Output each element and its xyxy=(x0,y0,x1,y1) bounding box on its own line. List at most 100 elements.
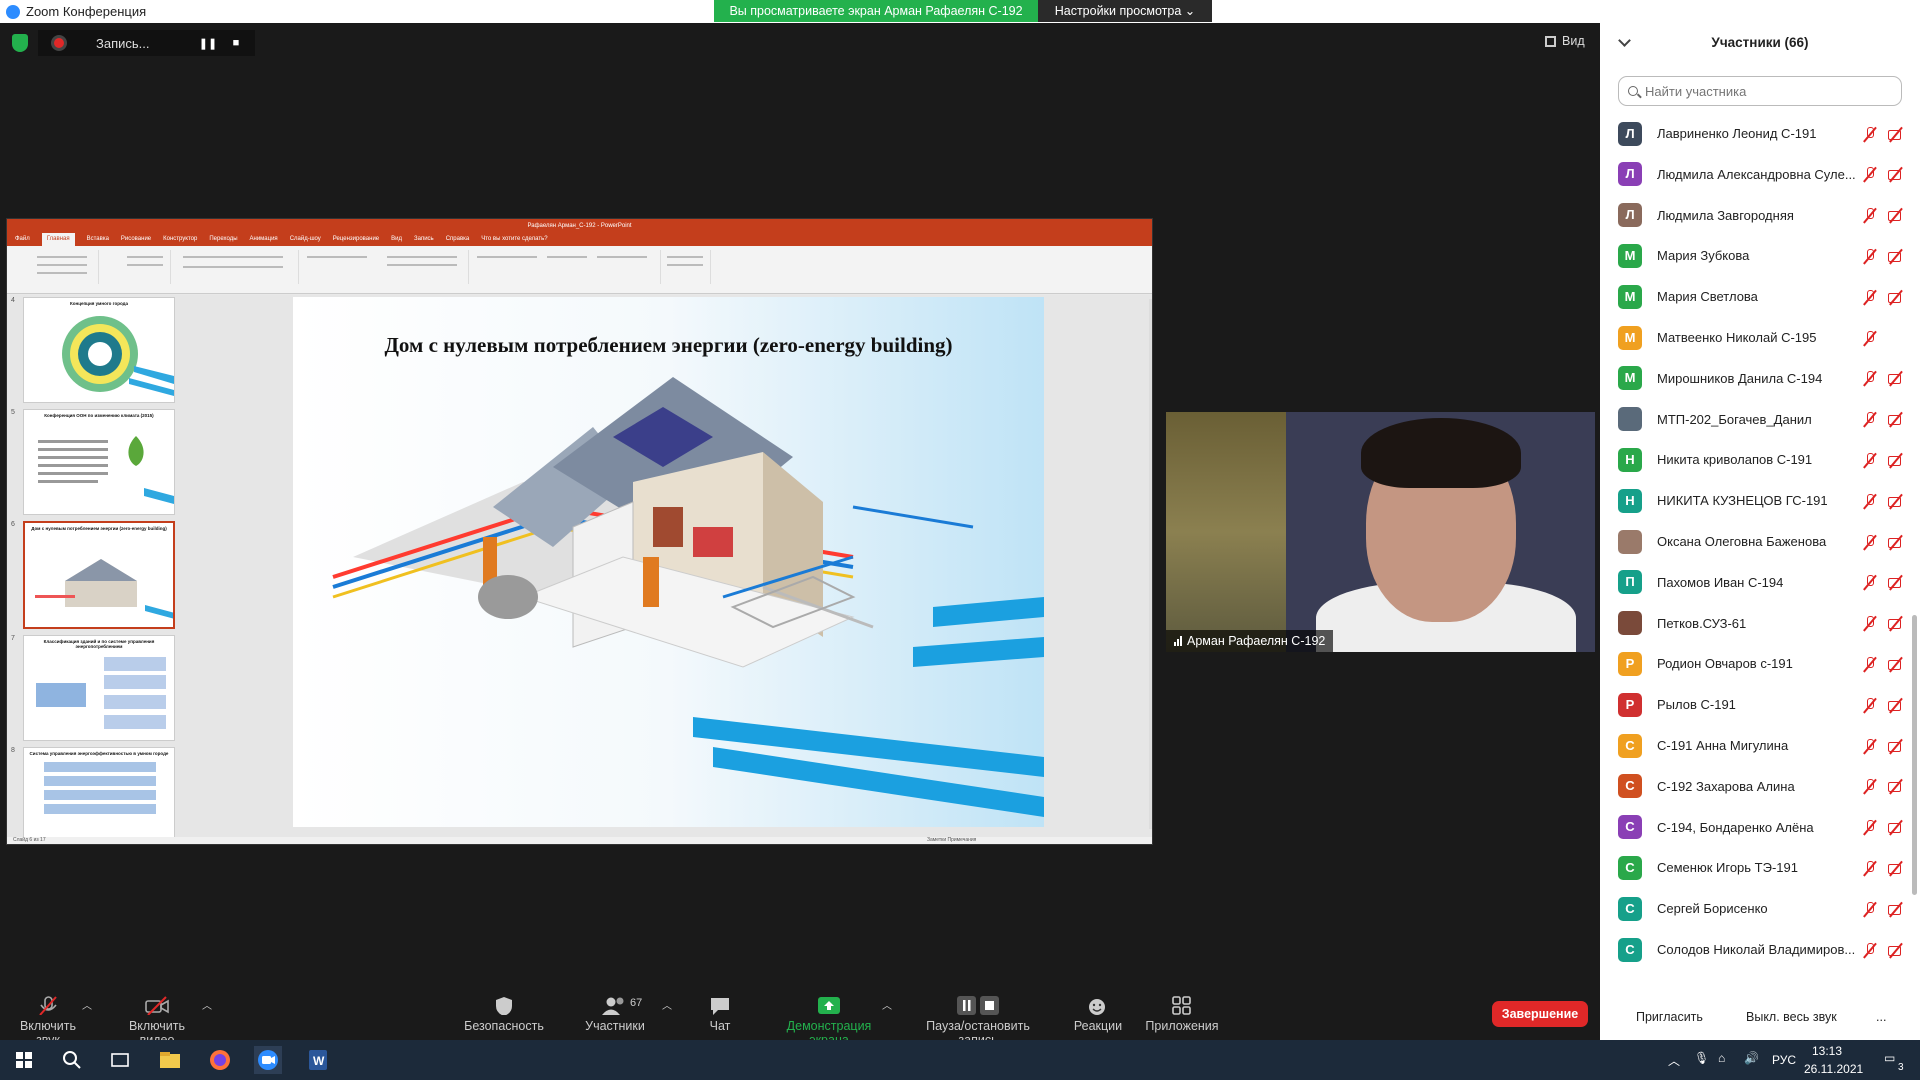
mic-muted-icon[interactable] xyxy=(1862,452,1878,468)
participant-row[interactable]: С Семенюк Игорь ТЭ-191 xyxy=(1600,847,1912,888)
speaker-video[interactable]: Арман Рафаелян С-192 xyxy=(1166,412,1595,652)
ppt-tab[interactable]: Анимация xyxy=(250,233,278,246)
zoom-taskbar-icon[interactable] xyxy=(254,1046,282,1074)
ppt-tab[interactable]: Справка xyxy=(446,233,470,246)
participant-row[interactable]: Л Лавриненко Леонид С-191 xyxy=(1600,113,1912,154)
audio-options-caret-icon[interactable]: ︿ xyxy=(82,997,92,1012)
stop-recording-button[interactable]: ■ xyxy=(227,34,245,52)
ppt-tab[interactable]: Переходы xyxy=(209,233,237,246)
video-off-icon[interactable] xyxy=(1887,860,1905,876)
mic-muted-icon[interactable] xyxy=(1862,942,1878,958)
video-off-icon[interactable] xyxy=(1887,942,1905,958)
participant-row[interactable]: Р Рылов С-191 xyxy=(1600,684,1912,725)
file-explorer-icon[interactable] xyxy=(156,1046,184,1074)
video-off-icon[interactable] xyxy=(1887,248,1905,264)
video-options-caret-icon[interactable]: ︿ xyxy=(202,997,212,1012)
participant-row[interactable]: М Мирошников Данила С-194 xyxy=(1600,358,1912,399)
mic-muted-icon[interactable] xyxy=(1862,289,1878,305)
mic-muted-icon[interactable] xyxy=(1862,330,1878,346)
mic-muted-icon[interactable] xyxy=(1862,901,1878,917)
participant-row[interactable]: Оксана Олеговна Баженова xyxy=(1600,521,1912,562)
ppt-tab[interactable]: Слайд-шоу xyxy=(290,233,321,246)
video-off-icon[interactable] xyxy=(1887,166,1905,182)
video-off-icon[interactable] xyxy=(1887,697,1905,713)
video-off-icon[interactable] xyxy=(1887,615,1905,631)
mic-muted-icon[interactable] xyxy=(1862,574,1878,590)
participant-row[interactable]: С С-192 Захарова Алина xyxy=(1600,766,1912,807)
participant-row[interactable]: С Солодов Николай Владимиров... xyxy=(1600,929,1912,970)
mic-muted-icon[interactable] xyxy=(1862,207,1878,223)
video-off-icon[interactable] xyxy=(1887,207,1905,223)
task-view-icon[interactable] xyxy=(106,1046,134,1074)
view-button[interactable]: Вид xyxy=(1545,34,1585,48)
ppt-tab[interactable]: Рисование xyxy=(121,233,151,246)
windows-start-icon[interactable] xyxy=(10,1046,38,1074)
slide-thumbnail[interactable]: Концепция умного города xyxy=(23,297,175,403)
word-icon[interactable]: W xyxy=(304,1046,332,1074)
ppt-tab[interactable]: Вставка xyxy=(87,233,109,246)
video-off-icon[interactable] xyxy=(1887,126,1905,142)
mic-muted-icon[interactable] xyxy=(1862,370,1878,386)
ppt-tab[interactable]: Главная xyxy=(41,233,75,246)
participants-button[interactable]: Участники xyxy=(580,985,650,1040)
reactions-button[interactable]: Реакции xyxy=(1070,985,1126,1040)
ppt-tab[interactable]: Запись xyxy=(414,233,434,246)
slide-thumbnail[interactable]: Система управления энергоэффективностью … xyxy=(23,747,175,839)
end-meeting-button[interactable]: Завершение xyxy=(1492,1001,1588,1027)
mic-muted-icon[interactable] xyxy=(1862,697,1878,713)
video-off-icon[interactable] xyxy=(1887,738,1905,754)
video-off-icon[interactable] xyxy=(1887,656,1905,672)
video-off-icon[interactable] xyxy=(1887,452,1905,468)
view-options-button[interactable]: Настройки просмотра ⌄ xyxy=(1038,0,1212,22)
video-off-icon[interactable] xyxy=(1887,819,1905,835)
security-button[interactable]: Безопасность xyxy=(464,985,544,1040)
participant-row[interactable]: Л Людмила Александровна Суле... xyxy=(1600,154,1912,195)
video-off-icon[interactable] xyxy=(1887,778,1905,794)
search-participants-input[interactable] xyxy=(1618,76,1902,106)
ppt-tab[interactable]: Конструктор xyxy=(163,233,197,246)
participant-row[interactable]: Н Никита криволапов С-191 xyxy=(1600,439,1912,480)
pause-recording-button[interactable]: ❚❚ xyxy=(199,34,217,52)
mic-muted-icon[interactable] xyxy=(1862,126,1878,142)
participant-row[interactable]: М Матвеенко Николай С-195 xyxy=(1600,317,1912,358)
tray-chevron-icon[interactable]: ︿ xyxy=(1668,1052,1680,1069)
participant-row[interactable]: М Мария Светлова xyxy=(1600,276,1912,317)
share-screen-button[interactable]: Демонстрация экрана xyxy=(766,985,892,1047)
start-video-button[interactable]: Включить видео xyxy=(112,985,202,1047)
tray-time[interactable]: 13:13 xyxy=(1812,1044,1842,1058)
mic-muted-icon[interactable] xyxy=(1862,819,1878,835)
apps-button[interactable]: Приложения xyxy=(1144,985,1220,1040)
ppt-tab[interactable]: Что вы хотите сделать? xyxy=(481,233,547,246)
notifications-icon[interactable]: ▭ xyxy=(1884,1051,1895,1065)
tray-volume-icon[interactable]: 🔊 xyxy=(1744,1051,1759,1065)
more-button[interactable]: ... xyxy=(1870,1008,1892,1026)
tray-network-icon[interactable]: ⌂ xyxy=(1718,1051,1725,1065)
pause-stop-recording-button[interactable]: Пауза/остановить запись xyxy=(906,985,1050,1047)
invite-button[interactable]: Пригласить xyxy=(1630,1008,1709,1026)
video-off-icon[interactable] xyxy=(1887,411,1905,427)
participant-row[interactable]: П Пахомов Иван С-194 xyxy=(1600,562,1912,603)
participant-row[interactable]: С Сергей Борисенко xyxy=(1600,888,1912,929)
mic-muted-icon[interactable] xyxy=(1862,738,1878,754)
mic-muted-icon[interactable] xyxy=(1862,493,1878,509)
tray-mic-icon[interactable]: 🎙 xyxy=(1694,1051,1709,1065)
mic-muted-icon[interactable] xyxy=(1862,860,1878,876)
participant-row[interactable]: М Мария Зубкова xyxy=(1600,235,1912,276)
video-off-icon[interactable] xyxy=(1887,370,1905,386)
slide-thumbnail[interactable]: Конференция ООН по изменению климата (20… xyxy=(23,409,175,515)
unmute-button[interactable]: Включить звук xyxy=(8,985,88,1047)
tray-language[interactable]: РУС xyxy=(1772,1053,1796,1067)
firefox-icon[interactable] xyxy=(206,1046,234,1074)
video-off-icon[interactable] xyxy=(1887,574,1905,590)
taskbar-search-icon[interactable] xyxy=(58,1046,86,1074)
mic-muted-icon[interactable] xyxy=(1862,411,1878,427)
participant-row[interactable]: С С-191 Анна Мигулина xyxy=(1600,725,1912,766)
participant-row[interactable]: Н НИКИТА КУЗНЕЦОВ ГС-191 xyxy=(1600,480,1912,521)
ppt-scrollbar[interactable] xyxy=(1149,299,1152,829)
mic-muted-icon[interactable] xyxy=(1862,534,1878,550)
mic-muted-icon[interactable] xyxy=(1862,778,1878,794)
participant-row[interactable]: Р Родион Овчаров с-191 xyxy=(1600,643,1912,684)
participants-scrollbar[interactable] xyxy=(1912,615,1917,895)
ppt-tab[interactable]: Файл xyxy=(15,233,30,246)
chat-button[interactable]: Чат xyxy=(700,985,740,1040)
